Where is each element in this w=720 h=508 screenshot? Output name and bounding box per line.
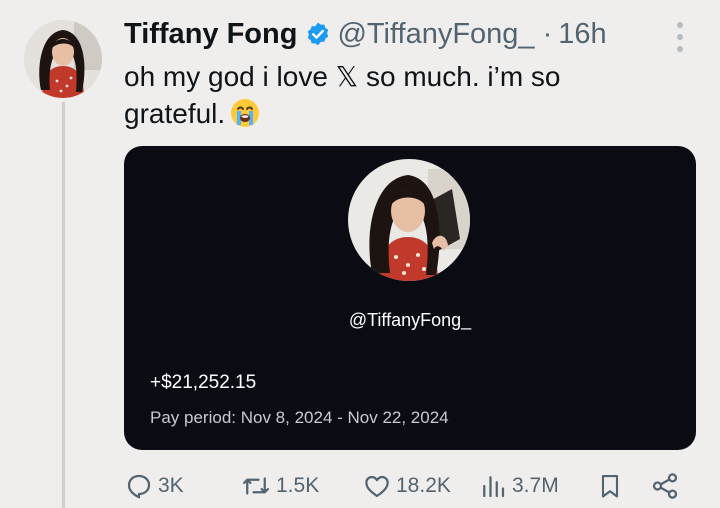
thread-line xyxy=(62,102,65,508)
reply-icon xyxy=(127,474,151,499)
verified-badge-icon xyxy=(308,22,329,46)
author-name[interactable]: Tiffany Fong xyxy=(124,18,297,51)
payout-card[interactable]: @TiffanyFong_ +$21,252.15 Pay period: No… xyxy=(124,146,696,450)
repost-button[interactable]: 1.5K xyxy=(240,468,319,504)
header-separator: · xyxy=(542,17,553,50)
tweet-body: oh my god i love 𝕏 so much. i’m so grate… xyxy=(124,58,644,132)
bookmark-icon xyxy=(601,475,619,498)
repost-count: 1.5K xyxy=(276,474,320,497)
like-button[interactable]: 18.2K xyxy=(362,468,451,504)
card-avatar xyxy=(348,159,470,281)
tweet-text: oh my god i love 𝕏 so much. i’m so grate… xyxy=(124,61,561,129)
reply-button[interactable]: 3K xyxy=(124,468,184,504)
bookmark-button[interactable] xyxy=(596,468,624,504)
loudly-crying-face-emoji xyxy=(231,99,260,127)
views-icon xyxy=(483,476,505,498)
author-handle[interactable]: @TiffanyFong_ xyxy=(337,18,534,51)
tweet-timestamp[interactable]: 16h xyxy=(558,18,606,51)
tweet-header: Tiffany Fong @TiffanyFong_ · 16h xyxy=(124,14,607,54)
card-handle: @TiffanyFong_ xyxy=(348,310,472,330)
share-icon xyxy=(652,473,678,499)
views-count: 3.7M xyxy=(512,474,559,497)
share-button[interactable] xyxy=(650,468,680,504)
like-count: 18.2K xyxy=(396,474,451,497)
repost-icon xyxy=(243,477,269,495)
payout-amount: +$21,252.15 xyxy=(150,372,257,393)
pay-period: Pay period: Nov 8, 2024 - Nov 22, 2024 xyxy=(150,408,449,427)
more-options-icon[interactable] xyxy=(668,22,692,52)
views-button[interactable]: 3.7M xyxy=(478,468,559,504)
like-icon xyxy=(365,475,389,498)
tweet-actions: 3K 1.5K 18.2K 3.7M xyxy=(124,468,684,504)
author-avatar[interactable] xyxy=(24,20,102,98)
reply-count: 3K xyxy=(158,474,184,497)
